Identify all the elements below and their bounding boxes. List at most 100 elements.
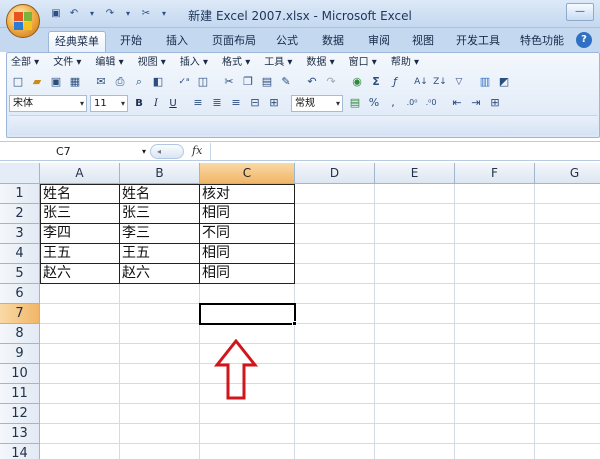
empty-cell[interactable]	[375, 304, 455, 324]
empty-cell[interactable]	[200, 284, 295, 304]
active-cell-c7[interactable]	[199, 303, 296, 325]
cell-b5[interactable]: 赵六	[120, 264, 200, 284]
formula-input[interactable]	[210, 143, 600, 160]
menu-help[interactable]: 帮助 ▾	[391, 55, 419, 71]
sort-ascending-icon[interactable]: A↓	[412, 73, 430, 91]
column-header-g[interactable]: G	[535, 163, 600, 184]
empty-cell[interactable]	[200, 424, 295, 444]
column-header-e[interactable]: E	[375, 163, 455, 184]
tab-formulas[interactable]: 公式	[270, 31, 304, 52]
menu-file[interactable]: 文件 ▾	[53, 55, 81, 71]
column-header-b[interactable]: B	[120, 163, 200, 184]
copy-icon[interactable]: ❐	[239, 73, 257, 91]
fill-handle[interactable]	[292, 321, 297, 326]
font-name-select[interactable]: 宋体 ▾	[9, 94, 87, 112]
menu-all[interactable]: 全部 ▾	[11, 55, 39, 71]
tab-developer[interactable]: 开发工具	[450, 31, 506, 52]
empty-cell[interactable]	[295, 344, 375, 364]
hyperlink-icon[interactable]: ◉	[348, 73, 366, 91]
row-header-12[interactable]: 12	[0, 404, 40, 424]
empty-cell[interactable]	[200, 444, 295, 459]
align-center-icon[interactable]: ≣	[208, 94, 226, 112]
empty-cell[interactable]	[40, 444, 120, 459]
row-header-14[interactable]: 14	[0, 444, 40, 459]
menu-insert[interactable]: 插入 ▾	[180, 55, 208, 71]
column-header-c[interactable]: C	[200, 163, 295, 184]
empty-cell[interactable]	[455, 364, 535, 384]
email-icon[interactable]: ✉	[92, 73, 110, 91]
row-header-2[interactable]: 2	[0, 204, 40, 224]
column-header-a[interactable]: A	[40, 163, 120, 184]
empty-cell[interactable]	[40, 424, 120, 444]
minimize-button[interactable]: —	[566, 3, 594, 21]
empty-cell[interactable]	[535, 384, 600, 404]
cell-b2[interactable]: 张三	[120, 204, 200, 224]
row-header-11[interactable]: 11	[0, 384, 40, 404]
empty-cell[interactable]	[375, 404, 455, 424]
menu-window[interactable]: 窗口 ▾	[349, 55, 377, 71]
empty-cell[interactable]	[535, 304, 600, 324]
empty-cell[interactable]	[120, 324, 200, 344]
empty-cell[interactable]	[120, 424, 200, 444]
empty-cell[interactable]	[295, 204, 375, 224]
wrap-text-icon[interactable]: ⊞	[265, 94, 283, 112]
empty-cell[interactable]	[40, 304, 120, 324]
empty-cell[interactable]	[455, 224, 535, 244]
permission-icon[interactable]: ▦	[66, 73, 84, 91]
empty-cell[interactable]	[375, 204, 455, 224]
currency-icon[interactable]: ▤	[346, 94, 364, 112]
empty-cell[interactable]	[295, 304, 375, 324]
empty-cell[interactable]	[295, 364, 375, 384]
office-button[interactable]	[6, 4, 40, 38]
percent-button[interactable]: %	[365, 94, 383, 112]
empty-cell[interactable]	[375, 424, 455, 444]
cell-c5[interactable]: 相同	[200, 264, 295, 284]
empty-cell[interactable]	[535, 344, 600, 364]
empty-cell[interactable]	[375, 364, 455, 384]
row-header-4[interactable]: 4	[0, 244, 40, 264]
cell-b1[interactable]: 姓名	[120, 184, 200, 204]
empty-cell[interactable]	[375, 284, 455, 304]
cell-c2[interactable]: 相同	[200, 204, 295, 224]
empty-cell[interactable]	[295, 384, 375, 404]
empty-cell[interactable]	[120, 344, 200, 364]
empty-cell[interactable]	[40, 344, 120, 364]
empty-cell[interactable]	[455, 384, 535, 404]
empty-cell[interactable]	[375, 384, 455, 404]
help-icon[interactable]: ?	[576, 32, 592, 48]
menu-data[interactable]: 数据 ▾	[306, 55, 334, 71]
empty-cell[interactable]	[295, 444, 375, 459]
empty-cell[interactable]	[535, 204, 600, 224]
tab-insert[interactable]: 插入	[160, 31, 194, 52]
row-header-8[interactable]: 8	[0, 324, 40, 344]
menu-tools[interactable]: 工具 ▾	[264, 55, 292, 71]
tab-data[interactable]: 数据	[316, 31, 350, 52]
empty-cell[interactable]	[375, 444, 455, 459]
number-format-select[interactable]: 常规 ▾	[291, 94, 343, 112]
empty-cell[interactable]	[120, 304, 200, 324]
empty-cell[interactable]	[535, 284, 600, 304]
cell-a5[interactable]: 赵六	[40, 264, 120, 284]
empty-cell[interactable]	[295, 224, 375, 244]
insert-function-label[interactable]: fx	[192, 144, 202, 157]
borders-icon[interactable]: ⊞	[486, 94, 504, 112]
paste-icon[interactable]: ▤	[258, 73, 276, 91]
empty-cell[interactable]	[455, 304, 535, 324]
empty-cell[interactable]	[40, 324, 120, 344]
empty-cell[interactable]	[455, 244, 535, 264]
empty-cell[interactable]	[375, 344, 455, 364]
cell-c4[interactable]: 相同	[200, 244, 295, 264]
empty-cell[interactable]	[295, 404, 375, 424]
empty-cell[interactable]	[120, 284, 200, 304]
empty-cell[interactable]	[120, 444, 200, 459]
row-header-10[interactable]: 10	[0, 364, 40, 384]
name-box[interactable]: C7 ▾	[12, 144, 150, 159]
empty-cell[interactable]	[120, 384, 200, 404]
empty-cell[interactable]	[40, 384, 120, 404]
insert-function-icon[interactable]: ƒ	[386, 73, 404, 91]
cell-c3[interactable]: 不同	[200, 224, 295, 244]
menu-format[interactable]: 格式 ▾	[222, 55, 250, 71]
empty-cell[interactable]	[120, 364, 200, 384]
tab-view[interactable]: 视图	[406, 31, 440, 52]
worksheet-grid[interactable]: A B C D E F G 1 2 3 4 5 6 7 8 9 10 11 12…	[0, 163, 600, 459]
